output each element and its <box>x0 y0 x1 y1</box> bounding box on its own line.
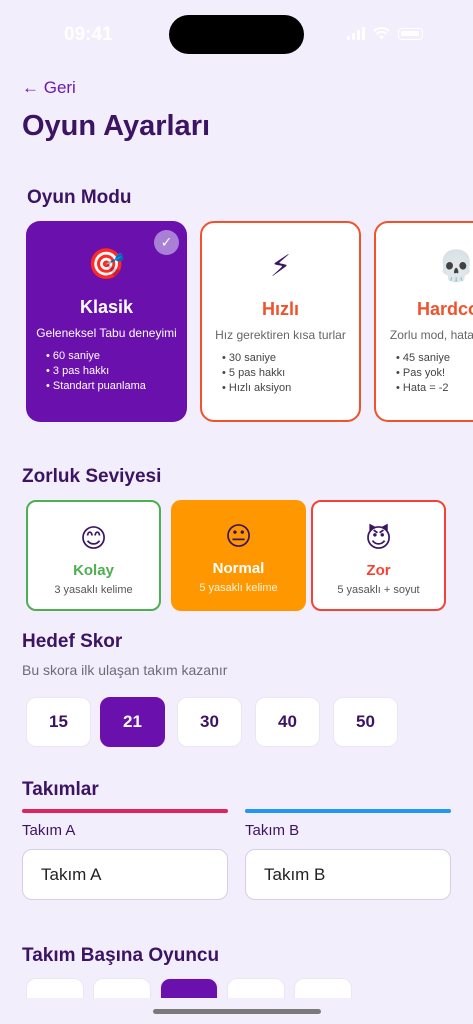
score-section-title: Hedef Skor <box>22 631 123 652</box>
mode-desc: Zorlu mod, hata affetmez <box>389 328 473 342</box>
score-option-21[interactable]: 21 <box>100 697 165 747</box>
wifi-icon <box>373 27 390 40</box>
mode-name: Hardcore <box>416 299 473 319</box>
mode-feature: Hata = -2 <box>396 381 473 396</box>
page-title: Oyun Ayarları <box>22 110 211 142</box>
mode-name: Hızlı <box>261 299 299 319</box>
mode-feature: Hızlı aksiyon <box>222 381 351 396</box>
score-option-30[interactable]: 30 <box>177 697 242 747</box>
mode-card-classic[interactable]: ✓ 🎯 Klasik Geleneksel Tabu deneyimi 60 s… <box>26 221 187 422</box>
mode-desc: Geleneksel Tabu deneyimi <box>36 326 177 340</box>
neutral-face-icon: 😐 <box>224 521 253 551</box>
status-bar: 09:41 <box>0 0 473 70</box>
mode-features: 45 saniye Pas yok! Hata = -2 <box>384 351 473 396</box>
difficulty-hard[interactable]: 😈 Zor 5 yasaklı + soyut <box>311 500 446 611</box>
mode-desc: Hız gerektiren kısa turlar <box>215 328 346 342</box>
team-b-color-bar <box>245 809 451 813</box>
team-b-label: Takım B <box>245 822 300 839</box>
mode-feature: 30 saniye <box>222 351 351 366</box>
mode-card-hardcore[interactable]: 💀 Hardcore Zorlu mod, hata affetmez 45 s… <box>374 221 473 422</box>
difficulty-name: Zor <box>366 562 391 579</box>
score-option-15[interactable]: 15 <box>26 697 91 747</box>
difficulty-normal[interactable]: 😐 Normal 5 yasaklı kelime <box>171 500 306 611</box>
score-option-40[interactable]: 40 <box>255 697 320 747</box>
status-icons <box>347 27 423 40</box>
player-option[interactable] <box>26 978 84 998</box>
mode-features: 60 saniye 3 pas hakkı Standart puanlama <box>34 349 179 394</box>
team-a-input[interactable] <box>22 849 228 900</box>
difficulty-sub: 3 yasaklı kelime <box>54 584 133 596</box>
lightning-icon: ⚡ <box>269 250 292 283</box>
mode-name: Klasik <box>79 297 134 317</box>
difficulty-name: Normal <box>212 560 265 577</box>
mode-feature: 5 pas hakkı <box>222 366 351 381</box>
skull-icon: 💀 <box>437 250 473 283</box>
home-indicator[interactable] <box>153 1009 321 1014</box>
difficulty-sub: 5 yasaklı kelime <box>199 582 278 594</box>
back-label: ← Geri <box>22 78 76 97</box>
dynamic-island <box>169 15 304 54</box>
devil-icon: 😈 <box>364 523 393 553</box>
difficulty-section-title: Zorluk Seviyesi <box>22 466 162 487</box>
mode-features: 30 saniye 5 pas hakkı Hızlı aksiyon <box>210 351 351 396</box>
team-a-color-bar <box>22 809 228 813</box>
player-option[interactable] <box>93 978 151 998</box>
teams-section-title: Takımlar <box>22 779 99 800</box>
player-option[interactable] <box>294 978 352 998</box>
difficulty-easy[interactable]: 😊 Kolay 3 yasaklı kelime <box>26 500 161 611</box>
check-icon: ✓ <box>154 230 179 255</box>
mode-feature: Pas yok! <box>396 366 473 381</box>
players-options <box>0 978 473 998</box>
team-b-input[interactable] <box>245 849 451 900</box>
smile-icon: 😊 <box>79 523 108 553</box>
player-option[interactable] <box>227 978 285 998</box>
mode-feature: 3 pas hakkı <box>46 364 179 379</box>
mode-card-fast[interactable]: ⚡ Hızlı Hız gerektiren kısa turlar 30 sa… <box>200 221 361 422</box>
battery-icon <box>398 27 423 40</box>
difficulty-name: Kolay <box>73 562 114 579</box>
mode-feature: Standart puanlama <box>46 379 179 394</box>
back-button[interactable]: ← Geri <box>22 78 76 98</box>
score-section-subtitle: Bu skora ilk ulaşan takım kazanır <box>22 662 228 678</box>
mode-feature: 60 saniye <box>46 349 179 364</box>
player-option-selected[interactable] <box>160 978 218 998</box>
difficulty-sub: 5 yasaklı + soyut <box>337 584 420 596</box>
status-time: 09:41 <box>64 24 113 45</box>
mode-feature: 45 saniye <box>396 351 473 366</box>
players-section-title: Takım Başına Oyuncu <box>22 945 220 966</box>
mode-section-title: Oyun Modu <box>27 187 132 208</box>
signal-icon <box>347 27 365 40</box>
team-a-label: Takım A <box>22 822 76 839</box>
score-option-50[interactable]: 50 <box>333 697 398 747</box>
